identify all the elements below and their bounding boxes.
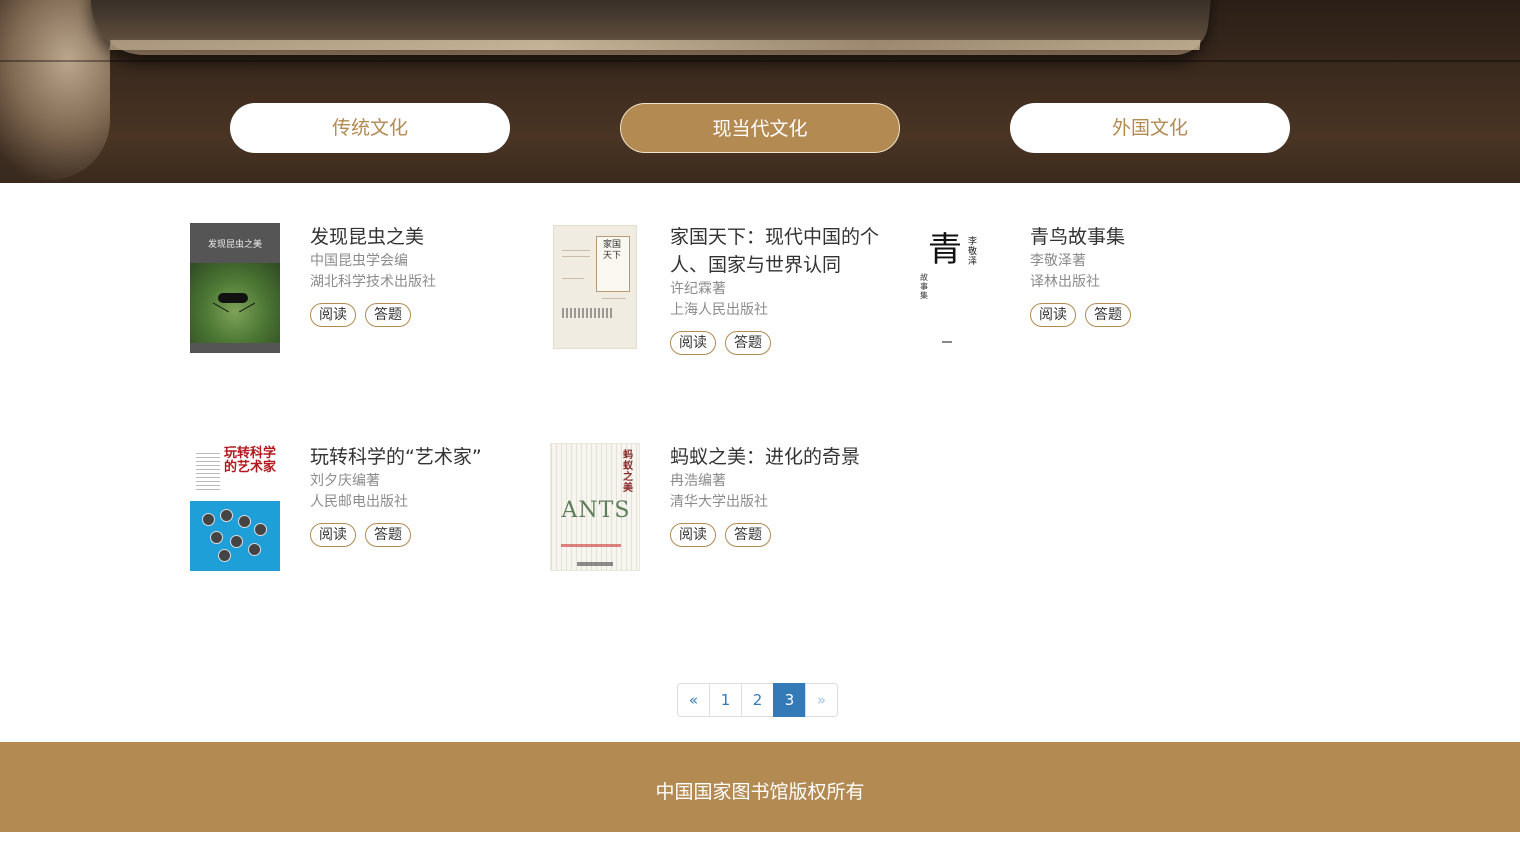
cover-photo-dot [202,513,215,526]
quiz-button[interactable]: 答题 [365,523,411,547]
book-publisher: 清华大学出版社 [670,494,768,510]
book-info: 发现昆虫之美 中国昆虫学会编 湖北科学技术出版社 阅读 答题 [310,223,520,327]
cover-author: 李敬泽 [968,237,978,267]
read-button[interactable]: 阅读 [1030,303,1076,327]
book-info: 青鸟故事集 李敬泽著 译林出版社 阅读 答题 [1030,223,1240,327]
cover-photo [190,263,280,343]
book-publisher: 湖北科学技术出版社 [310,274,436,290]
cover-subtitle: 故事集 [920,273,928,300]
read-button[interactable]: 阅读 [670,523,716,547]
category-tabs: 传统文化 现当代文化 外国文化 [0,103,1520,153]
book-title[interactable]: 蚂蚁之美：进化的奇景 [670,443,880,471]
cover-photo-dot [218,549,231,562]
tab-traditional-culture[interactable]: 传统文化 [230,103,510,153]
cover-photo-dot [254,523,267,536]
cover-grid [562,308,614,318]
pagination-prev[interactable]: « [677,683,710,717]
book-info: 玩转科学的“艺术家” 刘夕庆编著 人民邮电出版社 阅读 答题 [310,443,520,547]
read-button[interactable]: 阅读 [310,523,356,547]
book-publisher: 人民邮电出版社 [310,494,408,510]
book-title[interactable]: 玩转科学的“艺术家” [310,443,520,471]
cover-title: 家国天下 [602,240,621,261]
decor-book-pages [109,40,1201,50]
book-title[interactable]: 家国天下：现代中国的个人、国家与世界认同 [670,223,880,279]
book-title[interactable]: 发现昆虫之美 [310,223,520,251]
footer-copyright: 中国国家图书馆版权所有 [655,781,865,803]
cover-text-line [562,256,590,257]
pagination-page-2[interactable]: 2 [741,683,774,717]
quiz-button[interactable]: 答题 [725,331,771,355]
cover-photo-dot [220,509,233,522]
cover-photo-dot [230,535,243,548]
cover-publisher-mark [942,341,952,343]
book-info: 家国天下：现代中国的个人、国家与世界认同 许纪霖著 上海人民出版社 阅读 答题 [670,223,880,355]
hero-banner: 传统文化 现当代文化 外国文化 [0,0,1520,183]
cover-text-block [196,453,220,493]
cover-ant [218,293,248,303]
book-author: 刘夕庆编著 [310,473,380,489]
pagination-page-3[interactable]: 3 [773,683,806,717]
cover-title-en: ANTS [561,498,631,523]
cover-photo-dot [238,515,251,528]
cover-photo-dot [210,531,223,544]
quiz-button[interactable]: 答题 [1085,303,1131,327]
tab-modern-culture[interactable]: 现当代文化 [620,103,900,153]
footer: 中国国家图书馆版权所有 [0,742,1520,832]
pagination: « 1 2 3 » [677,683,838,717]
book-cover[interactable]: 蚂蚁之美 ANTS [550,443,640,571]
book-publisher: 上海人民出版社 [670,302,768,318]
quiz-button[interactable]: 答题 [725,523,771,547]
book-cover[interactable]: 青 李敬泽 故事集 [910,223,1000,353]
cover-title: 玩转科学的艺术家 [224,446,277,475]
cover-text-line [562,250,590,251]
cover-title: 发现昆虫之美 [207,240,262,250]
book-cover[interactable]: 家国天下 [553,225,637,349]
pagination-next[interactable]: » [805,683,838,717]
book-publisher: 译林出版社 [1030,274,1100,290]
decor-desk-edge [0,60,1520,62]
pagination-page-1[interactable]: 1 [709,683,742,717]
book-cover[interactable]: 玩转科学的艺术家 [190,443,280,571]
read-button[interactable]: 阅读 [670,331,716,355]
tab-foreign-culture[interactable]: 外国文化 [1010,103,1290,153]
cover-title: 蚂蚁之美 [623,450,633,494]
book-author: 冉浩编著 [670,473,726,489]
cover-publisher-mark [577,562,613,566]
cover-red-line [561,544,621,547]
book-cover[interactable]: 发现昆虫之美 [190,223,280,353]
book-author: 许纪霖著 [670,281,726,297]
book-author: 中国昆虫学会编 [310,253,408,269]
book-author: 李敬泽著 [1030,253,1086,269]
decor-vase [0,0,110,180]
read-button[interactable]: 阅读 [310,303,356,327]
cover-title: 青 [928,230,962,270]
cover-photo-dot [248,543,261,556]
quiz-button[interactable]: 答题 [365,303,411,327]
book-title[interactable]: 青鸟故事集 [1030,223,1240,251]
cover-text-line [562,278,584,279]
cover-text-line [602,298,626,299]
book-info: 蚂蚁之美：进化的奇景 冉浩编著 清华大学出版社 阅读 答题 [670,443,880,547]
